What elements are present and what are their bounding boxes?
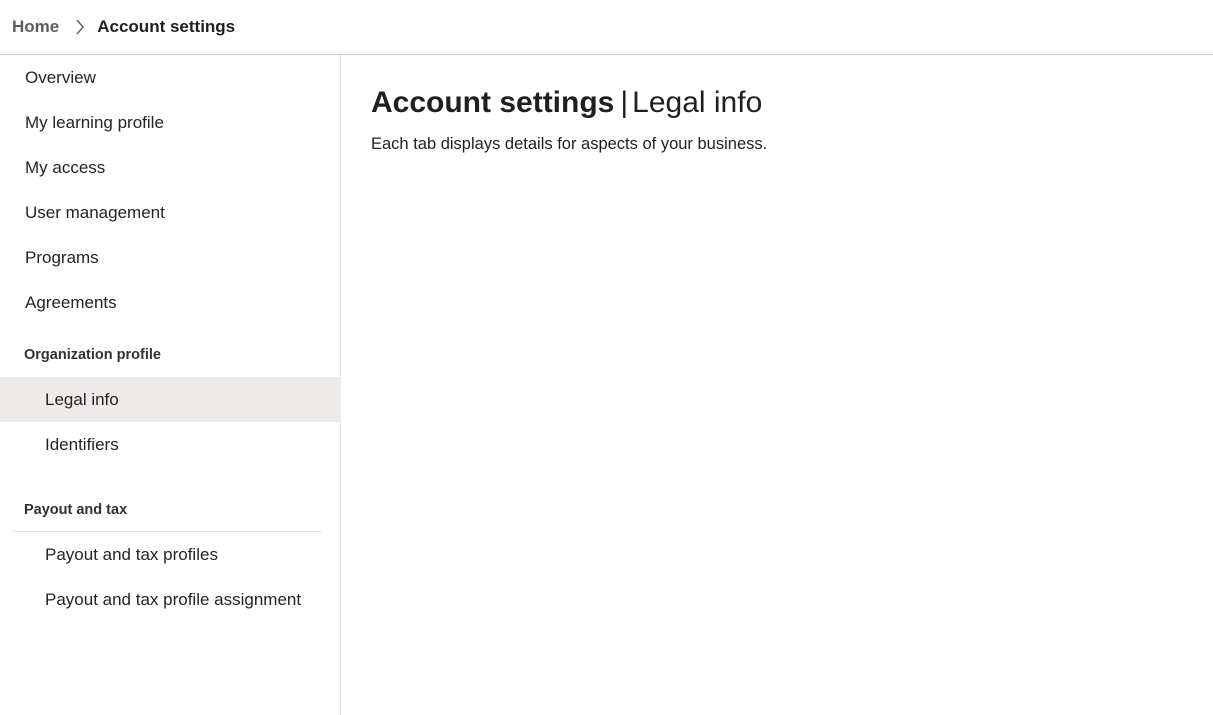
sidebar-item-programs[interactable]: Programs [0, 235, 341, 280]
sidebar-item-identifiers[interactable]: Identifiers [0, 422, 341, 467]
sidebar-item-label: Programs [25, 247, 99, 267]
sidebar-item-legal-info[interactable]: Legal info [0, 377, 341, 422]
sidebar-item-label: Legal info [45, 389, 119, 409]
sidebar-item-label: Agreements [25, 292, 117, 312]
page-title-separator: | [620, 86, 629, 119]
page-title-subsection: Legal info [632, 86, 763, 119]
sidebar-item-label: My learning profile [25, 112, 164, 132]
sidebar-item-my-access[interactable]: My access [0, 145, 341, 190]
sidebar-group-header-organization-profile: Organization profile [24, 347, 161, 363]
page-description: Each tab displays details for aspects of… [371, 135, 768, 153]
breadcrumb-current: Account settings [97, 17, 236, 36]
page-title-section: Account settings [371, 86, 615, 119]
sidebar-item-label: My access [25, 157, 106, 177]
sidebar-group-header-payout-and-tax: Payout and tax [24, 502, 128, 518]
sidebar-item-my-learning-profile[interactable]: My learning profile [0, 100, 341, 145]
sidebar-nav: Overview My learning profile My access U… [0, 55, 341, 715]
sidebar-item-agreements[interactable]: Agreements [0, 280, 341, 325]
sidebar-item-label: Identifiers [45, 434, 119, 454]
sidebar-item-label: Overview [25, 67, 96, 87]
sidebar-item-label: Payout and tax profile assignment [45, 589, 302, 609]
sidebar-item-payout-and-tax-profiles[interactable]: Payout and tax profiles [0, 532, 341, 577]
sidebar-item-label: Payout and tax profiles [45, 544, 218, 564]
chevron-right-icon [75, 19, 85, 35]
sidebar-item-user-management[interactable]: User management [0, 190, 341, 235]
breadcrumb-home-link[interactable]: Home [12, 17, 59, 37]
sidebar-item-overview[interactable]: Overview [0, 55, 341, 100]
page-title: Account settings | Legal info [371, 86, 762, 120]
sidebar-item-payout-and-tax-profile-assignment[interactable]: Payout and tax profile assignment [0, 577, 341, 622]
breadcrumb: Home Account settings [0, 0, 1213, 55]
sidebar-item-label: User management [25, 202, 165, 222]
